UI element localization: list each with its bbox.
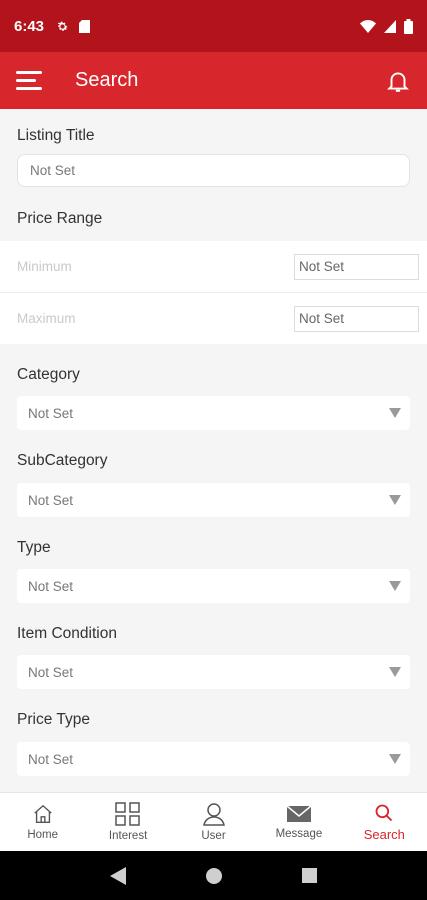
listing-title-input[interactable]: Not Set <box>17 154 410 187</box>
category-value: Not Set <box>28 405 74 421</box>
listing-title-label: Listing Title <box>17 127 95 144</box>
app-bar: Search <box>0 52 427 109</box>
minimum-price-value: Not Set <box>299 259 345 274</box>
category-dropdown[interactable]: Not Set <box>17 396 410 430</box>
item-condition-label: Item Condition <box>17 625 117 642</box>
subcategory-dropdown[interactable]: Not Set <box>17 483 410 517</box>
settings-icon <box>57 21 68 31</box>
dropdown-arrow-icon <box>389 495 401 505</box>
type-label: Type <box>17 539 51 556</box>
category-label: Category <box>17 366 80 383</box>
nav-message-label: Message <box>275 828 323 840</box>
home-circle-icon[interactable] <box>206 867 222 884</box>
dropdown-arrow-icon <box>389 667 401 677</box>
nav-search[interactable]: Search <box>342 793 427 851</box>
price-maximum-row: Maximum Not Set <box>0 293 427 344</box>
listing-title-value: Not Set <box>30 163 76 178</box>
page-title: Search <box>75 69 139 91</box>
nav-user-label: User <box>201 830 226 842</box>
type-dropdown[interactable]: Not Set <box>17 569 410 603</box>
price-type-dropdown[interactable]: Not Set <box>17 742 410 776</box>
price-type-label: Price Type <box>17 711 90 728</box>
home-icon <box>33 804 52 823</box>
battery-icon <box>404 18 413 34</box>
wifi-icon <box>360 19 376 33</box>
item-condition-dropdown[interactable]: Not Set <box>17 655 410 689</box>
nav-interest[interactable]: Interest <box>85 793 170 851</box>
cellular-signal-icon <box>384 19 396 33</box>
bottom-navigation: Home Interest User Message Search <box>0 792 427 851</box>
nav-home-label: Home <box>27 829 59 841</box>
maximum-price-input[interactable]: Not Set <box>294 305 419 332</box>
mail-icon <box>286 805 312 822</box>
type-value: Not Set <box>28 578 74 594</box>
recents-icon[interactable] <box>302 868 317 883</box>
minimum-label: Minimum <box>17 259 72 274</box>
grid-icon <box>115 802 140 826</box>
sd-card-icon <box>79 19 91 33</box>
item-condition-value: Not Set <box>28 664 74 680</box>
nav-user[interactable]: User <box>171 793 256 851</box>
subcategory-value: Not Set <box>28 492 74 508</box>
maximum-price-value: Not Set <box>299 311 345 326</box>
minimum-price-input[interactable]: Not Set <box>294 253 419 280</box>
nav-message[interactable]: Message <box>256 793 341 851</box>
back-icon[interactable] <box>110 866 126 885</box>
search-icon <box>375 804 393 821</box>
user-icon <box>202 803 225 826</box>
price-range-label: Price Range <box>17 210 103 227</box>
dropdown-arrow-icon <box>389 408 401 418</box>
nav-home[interactable]: Home <box>0 793 85 851</box>
maximum-label: Maximum <box>17 311 76 326</box>
subcategory-label: SubCategory <box>17 452 108 469</box>
notification-bell-icon[interactable] <box>385 68 411 94</box>
nav-search-label: Search <box>363 826 405 842</box>
menu-icon[interactable] <box>16 68 42 94</box>
dropdown-arrow-icon <box>389 581 401 591</box>
price-type-value: Not Set <box>28 751 74 767</box>
nav-interest-label: Interest <box>108 830 148 842</box>
system-navigation-bar <box>0 851 427 900</box>
status-bar: 6:43 <box>0 0 427 52</box>
dropdown-arrow-icon <box>389 754 401 764</box>
search-form: Listing Title Not Set Price Range Minimu… <box>0 109 427 792</box>
status-time: 6:43 <box>14 17 45 35</box>
price-minimum-row: Minimum Not Set <box>0 241 427 292</box>
